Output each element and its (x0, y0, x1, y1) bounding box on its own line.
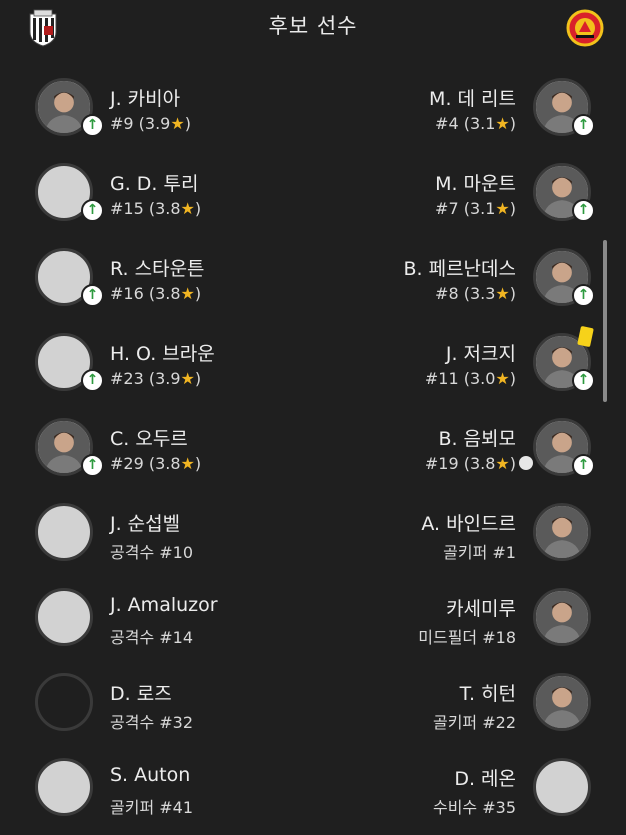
player-detail: 미드필더 #18 (418, 628, 516, 647)
sub-on-arrow-icon: ↑ (572, 454, 595, 477)
player-detail: #19 (3.8★) (424, 454, 516, 473)
sub-on-arrow-icon: ↑ (572, 114, 595, 137)
substitute-row: J. Amaluzor 공격수 #14 카세미루미드필더 #18 (0, 580, 626, 665)
home-player-4[interactable]: ↑ H. O. 브라운 #23 (3.9★) (35, 325, 305, 410)
page-title: 후보 선수 (268, 14, 358, 38)
away-player-6[interactable]: A. 바인드르골키퍼 #1 (321, 495, 591, 580)
star-icon: ★ (180, 369, 195, 388)
player-name: J. Amaluzor (110, 594, 218, 616)
substitutes-header: 후보 선수 (0, 0, 626, 50)
player-detail: #29 (3.8★) (110, 454, 202, 473)
substitute-row: ↑ G. D. 투리 #15 (3.8★) ↑ M. 마운트 #7 (3.1★) (0, 155, 626, 240)
substitute-row: J. 순섭벨 공격수 #10 A. 바인드르 골키퍼 #1 (0, 495, 626, 580)
sub-on-arrow-icon: ↑ (572, 369, 595, 392)
player-detail: #7 (3.1★) (435, 199, 516, 218)
yellow-card-icon (577, 325, 594, 348)
player-name: B. 페르난데스 (403, 258, 516, 280)
star-icon: ★ (180, 454, 195, 473)
player-detail: 골키퍼 #1 (443, 543, 516, 562)
home-player-3[interactable]: ↑ R. 스타운튼 #16 (3.8★) (35, 240, 305, 325)
star-icon: ★ (495, 454, 510, 473)
player-name: B. 음뵈모 (438, 428, 516, 450)
player-name: R. 스타운튼 (110, 258, 205, 280)
sub-on-arrow-icon: ↑ (572, 284, 595, 307)
substitute-row: ↑ R. 스타운튼 #16 (3.8★) ↑ B. 페르난데스 #8 (3.3★) (0, 240, 626, 325)
player-detail: #23 (3.9★) (110, 369, 202, 388)
away-player-5[interactable]: ↑ B. 음뵈모 #19 (3.8★) (321, 410, 595, 495)
player-avatar (533, 503, 591, 561)
away-player-8[interactable]: T. 히턴골키퍼 #22 (321, 665, 591, 750)
away-player-4[interactable]: ↑ J. 저크지 #11 (3.0★) (321, 325, 595, 410)
player-name: S. Auton (110, 764, 191, 786)
player-detail: #11 (3.0★) (424, 369, 516, 388)
substitute-row: D. 로즈 공격수 #32 T. 히턴 골키퍼 #22 (0, 665, 626, 750)
substitute-row: S. Auton 골키퍼 #41 D. 레온수비수 #35 (0, 750, 626, 835)
player-name: D. 레온 (454, 768, 516, 790)
home-player-5[interactable]: ↑ C. 오두르 #29 (3.8★) (35, 410, 305, 495)
sub-on-arrow-icon: ↑ (81, 369, 104, 392)
sub-on-arrow-icon: ↑ (81, 454, 104, 477)
home-player-8[interactable]: D. 로즈공격수 #32 (35, 665, 305, 750)
player-name: J. 저크지 (445, 343, 516, 365)
player-name: H. O. 브라운 (110, 343, 215, 365)
star-icon: ★ (170, 114, 185, 133)
player-name: J. 순섭벨 (110, 513, 181, 535)
player-name: G. D. 투리 (110, 173, 199, 195)
player-avatar (533, 588, 591, 646)
player-detail: #8 (3.3★) (435, 284, 516, 303)
player-avatar (35, 673, 93, 731)
home-player-1[interactable]: ↑ J. 카비아 #9 (3.9★) (35, 70, 305, 155)
player-detail: #15 (3.8★) (110, 199, 202, 218)
home-player-2[interactable]: ↑ G. D. 투리 #15 (3.8★) (35, 155, 305, 240)
player-name: A. 바인드르 (421, 513, 516, 535)
player-name: J. 카비아 (110, 88, 181, 110)
star-icon: ★ (495, 284, 510, 303)
sub-on-arrow-icon: ↑ (81, 114, 104, 137)
home-player-6[interactable]: J. 순섭벨공격수 #10 (35, 495, 305, 580)
player-avatar (35, 503, 93, 561)
sub-on-arrow-icon: ↑ (572, 199, 595, 222)
substitute-row: ↑ J. 카비아 #9 (3.9★) ↑ M. 데 리트 #4 (3.1★) (0, 70, 626, 155)
away-player-3[interactable]: ↑ B. 페르난데스 #8 (3.3★) (321, 240, 595, 325)
player-name: 카세미루 (446, 598, 516, 620)
star-icon: ★ (495, 369, 510, 388)
player-name: D. 로즈 (110, 683, 172, 705)
away-player-7[interactable]: 카세미루미드필더 #18 (321, 580, 591, 665)
player-detail: 골키퍼 #22 (432, 713, 516, 732)
player-detail: #4 (3.1★) (435, 114, 516, 133)
sub-on-arrow-icon: ↑ (81, 199, 104, 222)
star-icon: ★ (180, 199, 195, 218)
home-player-7[interactable]: J. Amaluzor 공격수 #14 (35, 580, 305, 665)
player-detail: #16 (3.8★) (110, 284, 202, 303)
player-name: T. 히턴 (459, 683, 516, 705)
player-detail: 공격수 #32 (110, 713, 194, 732)
star-icon: ★ (180, 284, 195, 303)
player-detail: 수비수 #35 (432, 798, 516, 817)
ball-icon (519, 456, 533, 470)
man-utd-crest-icon[interactable] (566, 8, 604, 48)
away-player-1[interactable]: ↑ M. 데 리트 #4 (3.1★) (321, 70, 595, 155)
away-player-9[interactable]: D. 레온수비수 #35 (321, 750, 591, 835)
player-avatar (533, 673, 591, 731)
star-icon: ★ (495, 114, 510, 133)
home-player-9[interactable]: S. Auton 골키퍼 #41 (35, 750, 305, 835)
player-detail: 공격수 #14 (110, 628, 194, 647)
player-detail: #9 (3.9★) (110, 114, 191, 133)
player-name: C. 오두르 (110, 428, 188, 450)
player-detail: 골키퍼 #41 (110, 798, 194, 817)
away-player-2[interactable]: ↑ M. 마운트 #7 (3.1★) (321, 155, 595, 240)
player-detail: 공격수 #10 (110, 543, 194, 562)
substitute-row: ↑ H. O. 브라운 #23 (3.9★) ↑ J. 저크지 #11 (3.0★) (0, 325, 626, 410)
substitute-row: ↑ C. 오두르 #29 (3.8★) ↑ B. 음뵈모 #19 (3.8★) (0, 410, 626, 495)
player-name: M. 데 리트 (429, 88, 516, 110)
player-avatar (35, 758, 93, 816)
star-icon: ★ (495, 199, 510, 218)
player-name: M. 마운트 (435, 173, 516, 195)
sub-on-arrow-icon: ↑ (81, 284, 104, 307)
player-avatar (533, 758, 591, 816)
player-avatar (35, 588, 93, 646)
